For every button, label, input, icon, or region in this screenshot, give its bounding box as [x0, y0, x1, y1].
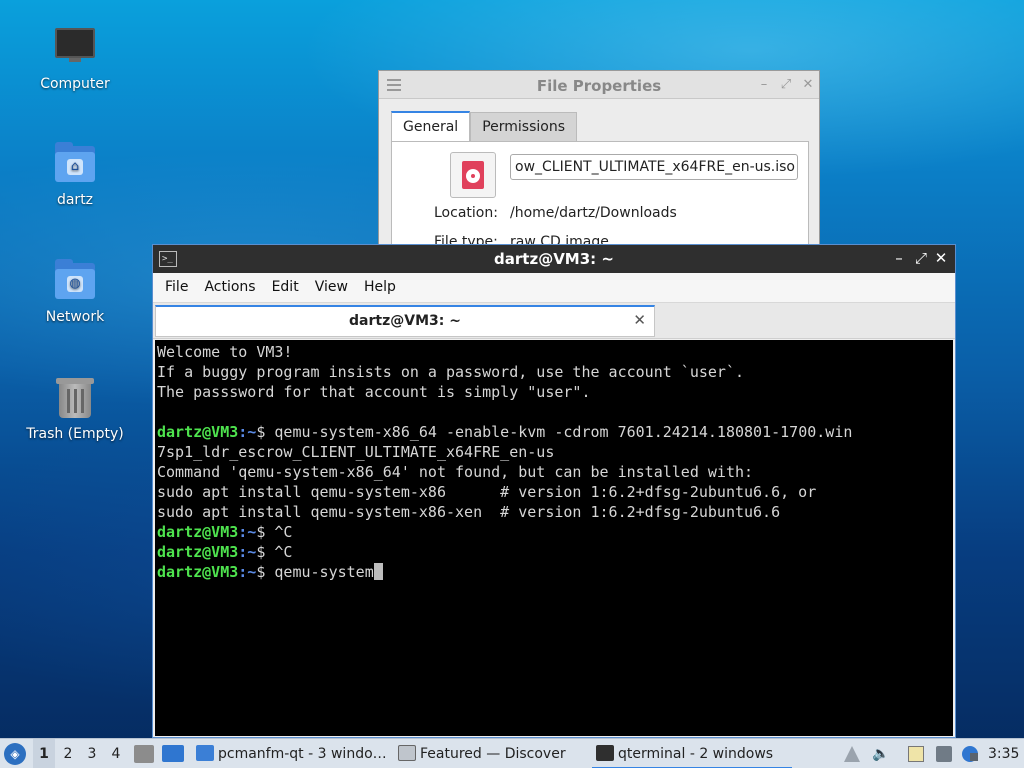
trash-icon: [51, 372, 99, 420]
location-label: Location:: [434, 205, 498, 221]
terminal-window[interactable]: >_ dartz@VM3: ~ – ⤢ ✕ File Actions Edit Vie…: [152, 244, 956, 738]
battery-icon[interactable]: [970, 753, 978, 761]
prompt-user: dartz@VM3: [157, 523, 239, 541]
general-tab-panel: ow_CLIENT_ULTIMATE_x64FRE_en-us.iso Loca…: [391, 141, 809, 244]
desktop-icon-label: Computer: [40, 76, 110, 92]
line-text: The passsword for that account is simply…: [157, 383, 591, 401]
desktop-icon-label: dartz: [56, 192, 94, 208]
task-label: pcmanfm-qt - 3 windo…: [218, 746, 387, 762]
close-icon[interactable]: ✕: [801, 77, 815, 92]
terminal-line: If a buggy program insists on a password…: [157, 362, 951, 382]
window-title: dartz@VM3: ~: [494, 250, 614, 268]
prompt-user: dartz@VM3: [157, 543, 239, 561]
file-properties-tabs: General Permissions: [391, 111, 577, 142]
line-text: Welcome to VM3!: [157, 343, 293, 361]
file-manager-launcher-icon[interactable]: [134, 745, 154, 763]
prompt-path: :~: [238, 423, 257, 441]
location-value: /home/dartz/Downloads: [510, 205, 677, 221]
workspace-2[interactable]: 2: [57, 739, 79, 768]
task-pcmanfm[interactable]: pcmanfm-qt - 3 windo…: [192, 739, 388, 768]
maximize-icon[interactable]: ⤢: [779, 77, 793, 92]
workspace-4[interactable]: 4: [105, 739, 127, 768]
clipboard-icon[interactable]: [908, 746, 924, 762]
terminal-line: sudo apt install qemu-system-x86-xen # v…: [157, 502, 951, 522]
task-label: qterminal - 2 windows: [618, 746, 774, 762]
terminal-line: 7sp1_ldr_escrow_CLIENT_ULTIMATE_x64FRE_e…: [157, 442, 951, 462]
prompt-path: :~: [238, 543, 257, 561]
clock[interactable]: 3:35: [988, 739, 1019, 768]
menu-actions[interactable]: Actions: [198, 273, 261, 295]
prompt-path: :~: [238, 563, 257, 581]
desktop-icon-computer[interactable]: Computer: [20, 22, 130, 92]
shopping-bag-icon: [398, 745, 416, 761]
line-text: $ ^C: [256, 523, 293, 541]
line-text: Command 'qemu-system-x86_64' not found, …: [157, 463, 754, 481]
window-title: File Properties: [536, 77, 662, 95]
home-folder-icon: ⌂: [51, 138, 99, 186]
maximize-icon[interactable]: ⤢: [913, 249, 929, 267]
prompt-user: dartz@VM3: [157, 563, 239, 581]
terminal-line: dartz@VM3:~$ ^C: [157, 542, 951, 562]
terminal-output[interactable]: Welcome to VM3! If a buggy program insist…: [155, 340, 953, 736]
taskbar: ◈ 1 2 3 4 pcmanfm-qt - 3 windo… Featured…: [0, 738, 1024, 768]
close-icon[interactable]: ✕: [933, 249, 949, 267]
task-discover[interactable]: Featured — Discover: [394, 739, 586, 768]
terminal-line: dartz@VM3:~$ qemu-system-x86_64 -enable-…: [157, 422, 951, 442]
folder-icon: [196, 745, 214, 761]
network-icon[interactable]: [936, 746, 952, 762]
file-properties-window[interactable]: File Properties – ⤢ ✕ General Permissions…: [378, 70, 820, 245]
desktop-icon-trash[interactable]: Trash (Empty): [20, 372, 130, 442]
close-tab-icon[interactable]: ✕: [633, 311, 646, 329]
terminal-icon: [596, 745, 614, 761]
desktop-icon-label: Trash (Empty): [26, 426, 124, 442]
prompt-path: :~: [238, 523, 257, 541]
start-menu-icon[interactable]: ◈: [4, 743, 26, 765]
show-desktop-icon[interactable]: [162, 745, 184, 762]
terminal-tabbar: dartz@VM3: ~ ✕: [153, 303, 955, 339]
text-cursor: [373, 563, 383, 580]
terminal-titlebar[interactable]: >_ dartz@VM3: ~ – ⤢ ✕: [153, 245, 955, 273]
minimize-icon[interactable]: –: [891, 249, 907, 267]
menu-file[interactable]: File: [159, 273, 194, 295]
terminal-line: dartz@VM3:~$ qemu-system: [157, 562, 951, 582]
change-file-icon-button[interactable]: [450, 152, 496, 198]
volume-icon[interactable]: 🔈: [872, 746, 889, 762]
tab-general[interactable]: General: [391, 111, 471, 141]
minimize-icon[interactable]: –: [757, 77, 771, 92]
task-qterminal[interactable]: qterminal - 2 windows: [592, 739, 792, 768]
line-text: If a buggy program insists on a password…: [157, 363, 744, 381]
line-text: $ qemu-system: [256, 563, 374, 581]
tray-expand-icon[interactable]: [844, 746, 860, 762]
desktop-icon-home-folder[interactable]: ⌂ dartz: [20, 138, 130, 208]
menu-help[interactable]: Help: [358, 273, 402, 295]
computer-icon: [51, 22, 99, 70]
file-properties-titlebar[interactable]: File Properties – ⤢ ✕: [379, 71, 819, 99]
prompt-user: dartz@VM3: [157, 423, 239, 441]
line-text: $ qemu-system-x86_64 -enable-kvm -cdrom …: [256, 423, 853, 441]
desktop-icon-network[interactable]: ◍ Network: [20, 255, 130, 325]
terminal-tab-label: dartz@VM3: ~: [349, 313, 461, 329]
terminal-tab[interactable]: dartz@VM3: ~ ✕: [155, 305, 655, 337]
terminal-line: The passsword for that account is simply…: [157, 382, 951, 402]
terminal-menubar: File Actions Edit View Help: [153, 273, 955, 303]
terminal-line: sudo apt install qemu-system-x86 # versi…: [157, 482, 951, 502]
line-text: sudo apt install qemu-system-x86-xen # v…: [157, 503, 781, 521]
menu-view[interactable]: View: [309, 273, 354, 295]
workspace-1[interactable]: 1: [33, 739, 55, 768]
terminal-line: dartz@VM3:~$ ^C: [157, 522, 951, 542]
line-text: $ ^C: [256, 543, 293, 561]
network-folder-icon: ◍: [51, 255, 99, 303]
task-label: Featured — Discover: [420, 746, 566, 762]
terminal-line: Welcome to VM3!: [157, 342, 951, 362]
line-text: sudo apt install qemu-system-x86 # versi…: [157, 483, 817, 501]
file-name-field[interactable]: ow_CLIENT_ULTIMATE_x64FRE_en-us.iso: [510, 154, 798, 180]
terminal-line: Command 'qemu-system-x86_64' not found, …: [157, 462, 951, 482]
line-text: 7sp1_ldr_escrow_CLIENT_ULTIMATE_x64FRE_e…: [157, 443, 555, 461]
tab-permissions[interactable]: Permissions: [470, 112, 577, 142]
workspace-3[interactable]: 3: [81, 739, 103, 768]
desktop-icon-label: Network: [45, 309, 105, 325]
menu-edit[interactable]: Edit: [266, 273, 305, 295]
